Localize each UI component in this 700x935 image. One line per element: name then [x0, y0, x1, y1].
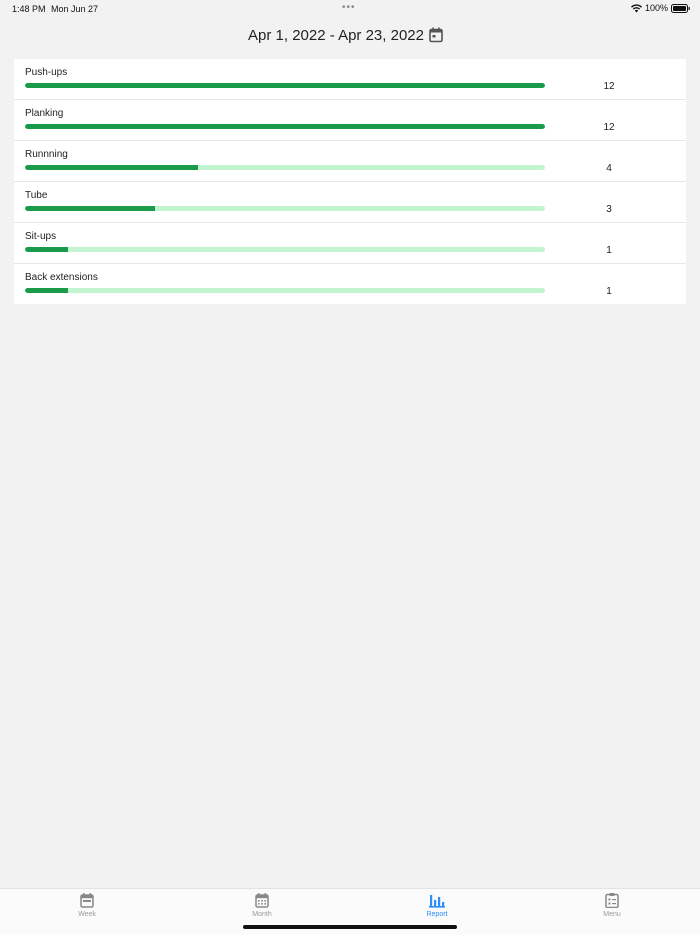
exercise-count: 1: [606, 286, 612, 297]
exercise-count: 4: [606, 163, 612, 174]
progress-bar-track: [25, 247, 545, 252]
exercise-name: Runnning: [25, 149, 68, 160]
report-header: Apr 1, 2022 - Apr 23, 2022: [0, 24, 700, 48]
progress-bar-track: [25, 83, 545, 88]
tab-report-label: Report: [426, 911, 448, 918]
progress-bar-track: [25, 124, 545, 129]
multitasking-dots[interactable]: •••: [342, 2, 356, 13]
tab-menu[interactable]: Menu: [582, 893, 642, 925]
report-row[interactable]: Runnning 4: [14, 141, 686, 182]
exercise-count: 3: [606, 204, 612, 215]
exercise-name: Push-ups: [25, 67, 68, 78]
progress-bar-fill: [25, 83, 545, 88]
exercise-count: 12: [603, 81, 615, 92]
exercise-count: 1: [606, 245, 612, 256]
battery-percent: 100%: [644, 3, 668, 13]
exercise-name: Back extensions: [25, 272, 98, 283]
bar-chart-icon: [407, 893, 467, 908]
date-range[interactable]: Apr 1, 2022 - Apr 23, 2022: [0, 27, 672, 44]
tab-month-label: Month: [252, 911, 272, 918]
wifi-icon: [630, 3, 642, 13]
exercise-name: Tube: [25, 190, 48, 201]
status-time: 1:48 PM: [12, 4, 46, 14]
progress-bar-fill: [25, 247, 69, 252]
progress-bar-fill: [25, 124, 545, 129]
tab-week[interactable]: Week: [57, 893, 117, 925]
report-row[interactable]: Sit-ups 1: [14, 223, 686, 264]
battery-icon: [671, 3, 690, 13]
progress-bar-fill: [25, 165, 199, 170]
report-row[interactable]: Back extensions 1: [14, 264, 686, 304]
progress-bar-track: [25, 288, 545, 293]
clipboard-list-icon: [582, 893, 642, 908]
status-date: Mon Jun 27: [51, 4, 99, 14]
home-indicator: [243, 925, 457, 929]
progress-bar-track: [25, 206, 545, 211]
calendar-week-icon: [57, 893, 117, 908]
tab-report[interactable]: Report: [407, 893, 467, 925]
report-row[interactable]: Push-ups 12: [14, 59, 686, 100]
report-row[interactable]: Tube 3: [14, 182, 686, 223]
tab-month[interactable]: Month: [232, 893, 292, 925]
tab-week-label: Week: [78, 911, 96, 918]
exercise-name: Planking: [25, 108, 64, 119]
tab-menu-label: Menu: [603, 911, 621, 918]
exercise-count: 12: [603, 122, 615, 133]
status-bar: 1:48 PM Mon Jun 27 ••• 100%: [0, 0, 700, 18]
status-right: 100%: [630, 3, 690, 13]
exercise-name: Sit-ups: [25, 231, 57, 242]
progress-bar-fill: [25, 288, 69, 293]
progress-bar-fill: [25, 206, 155, 211]
report-row[interactable]: Planking 12: [14, 100, 686, 141]
calendar-month-icon: [232, 893, 292, 908]
progress-bar-track: [25, 165, 545, 170]
calendar-icon[interactable]: [429, 27, 445, 44]
exercise-report-list: Push-ups 12 Planking 12 Runnning 4 Tube 3 Sit-up…: [14, 59, 686, 304]
